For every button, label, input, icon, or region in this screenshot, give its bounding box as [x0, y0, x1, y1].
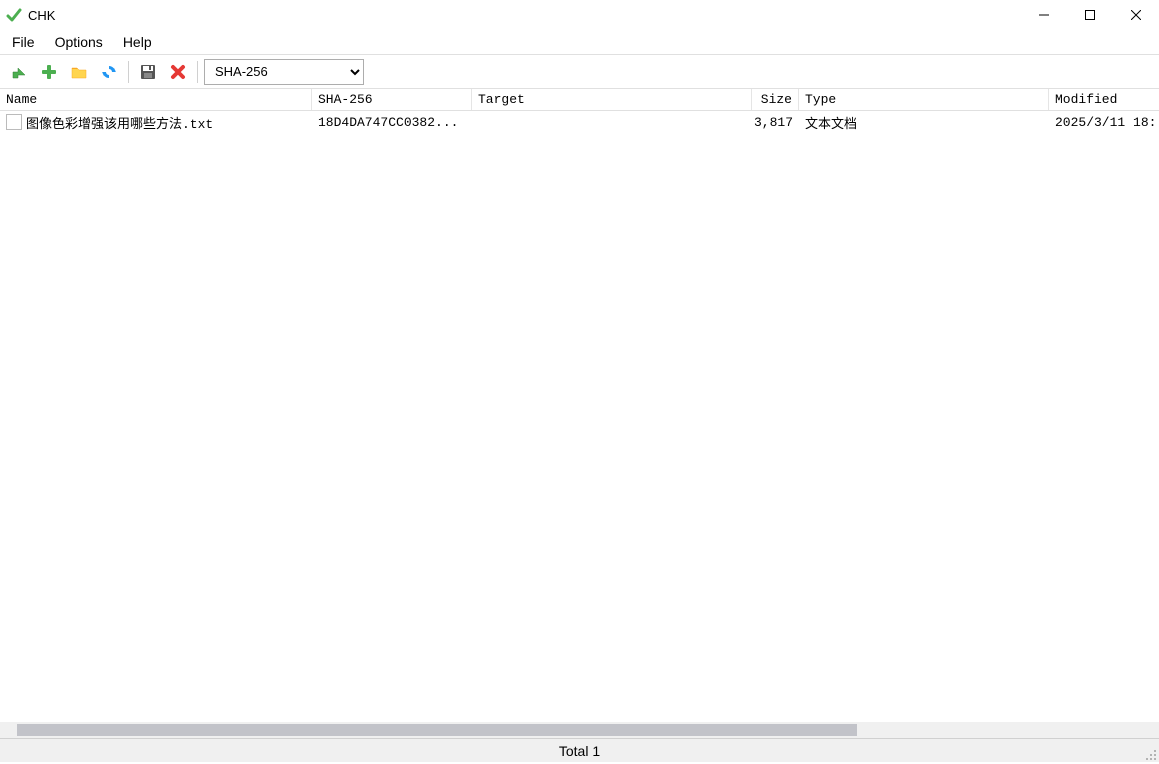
menu-help[interactable]: Help	[113, 32, 162, 52]
toolbar-separator	[197, 61, 198, 83]
column-header-modified[interactable]: Modified	[1049, 89, 1159, 110]
resize-grip-icon[interactable]	[1145, 748, 1157, 760]
cell-size: 3,817	[752, 115, 799, 130]
maximize-button[interactable]	[1067, 0, 1113, 30]
status-total: Total 1	[559, 743, 600, 759]
window-controls	[1021, 0, 1159, 30]
menu-file[interactable]: File	[2, 32, 45, 52]
column-header-target[interactable]: Target	[472, 89, 752, 110]
statusbar: Total 1	[0, 738, 1159, 762]
cell-type: 文本文档	[799, 113, 1049, 132]
column-header-size[interactable]: Size	[752, 89, 799, 110]
column-header-hash[interactable]: SHA-256	[312, 89, 472, 110]
minimize-button[interactable]	[1021, 0, 1067, 30]
cell-name: 图像色彩增强该用哪些方法.txt	[0, 113, 312, 132]
cell-hash: 18D4DA747CC0382...	[312, 115, 472, 130]
column-header-type[interactable]: Type	[799, 89, 1049, 110]
cell-modified: 2025/3/11 18:	[1049, 115, 1159, 130]
delete-button[interactable]	[165, 59, 191, 85]
add-button[interactable]	[36, 59, 62, 85]
columns-header: Name SHA-256 Target Size Type Modified	[0, 89, 1159, 111]
toolbar: SHA-256	[0, 55, 1159, 89]
file-row[interactable]: 图像色彩增强该用哪些方法.txt 18D4DA747CC0382... 3,81…	[0, 111, 1159, 133]
horizontal-scrollbar[interactable]	[0, 722, 1159, 738]
save-button[interactable]	[135, 59, 161, 85]
toolbar-separator	[128, 61, 129, 83]
content-area: Name SHA-256 Target Size Type Modified 图…	[0, 89, 1159, 738]
menu-options[interactable]: Options	[45, 32, 113, 52]
scrollbar-thumb[interactable]	[17, 724, 857, 736]
file-icon	[6, 114, 22, 130]
app-icon	[6, 7, 22, 23]
window-title: CHK	[28, 8, 55, 23]
folder-button[interactable]	[66, 59, 92, 85]
hash-algorithm-select[interactable]: SHA-256	[204, 59, 364, 85]
import-button[interactable]	[6, 59, 32, 85]
titlebar: CHK	[0, 0, 1159, 30]
menubar: File Options Help	[0, 30, 1159, 54]
column-header-name[interactable]: Name	[0, 89, 312, 110]
file-list[interactable]: 图像色彩增强该用哪些方法.txt 18D4DA747CC0382... 3,81…	[0, 111, 1159, 722]
file-name-text: 图像色彩增强该用哪些方法.txt	[26, 113, 213, 132]
close-button[interactable]	[1113, 0, 1159, 30]
refresh-button[interactable]	[96, 59, 122, 85]
